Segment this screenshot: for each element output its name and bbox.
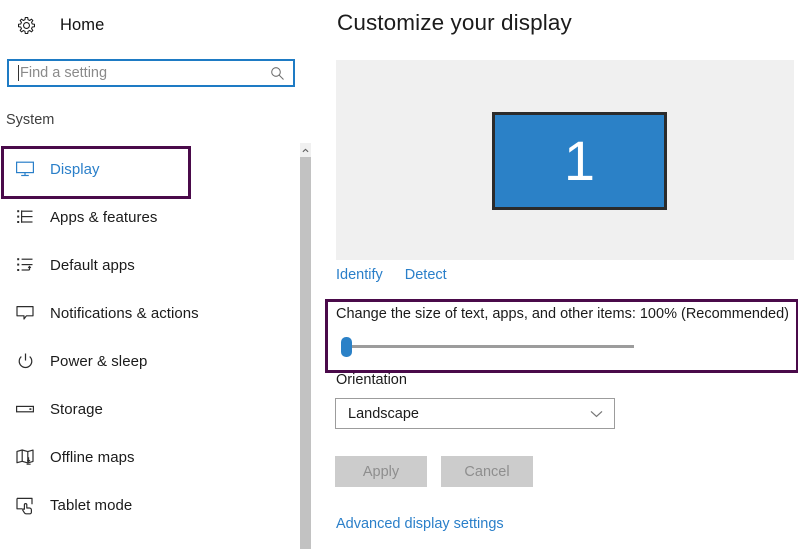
monitor-icon xyxy=(8,160,42,178)
orientation-selected-value: Landscape xyxy=(348,405,419,422)
display-preview-area: 1 xyxy=(336,60,794,260)
detect-link[interactable]: Detect xyxy=(405,267,447,283)
sidebar-item-home[interactable]: Home xyxy=(0,8,300,42)
sidebar-item-power-and-sleep[interactable]: Power & sleep xyxy=(0,337,300,385)
scale-description-label: Change the size of text, apps, and other… xyxy=(336,306,789,322)
sidebar-item-label: Tablet mode xyxy=(50,496,133,514)
search-input[interactable] xyxy=(19,61,263,85)
monitor-number-label: 1 xyxy=(563,129,596,192)
sidebar-item-storage[interactable]: Storage xyxy=(0,385,300,433)
slider-thumb[interactable] xyxy=(341,337,352,357)
sidebar-item-label: Power & sleep xyxy=(50,352,148,370)
scale-slider[interactable] xyxy=(336,335,636,359)
sidebar-item-label: Storage xyxy=(50,400,103,418)
settings-content: Customize your display 1 Identify Detect… xyxy=(320,0,798,549)
list-arrow-icon xyxy=(8,256,42,274)
orientation-dropdown[interactable]: Landscape xyxy=(335,398,615,429)
list-icon xyxy=(8,208,42,226)
sidebar-item-label: Display xyxy=(50,160,100,178)
advanced-display-settings-link[interactable]: Advanced display settings xyxy=(336,516,504,532)
sidebar-item-offline-maps[interactable]: Offline maps xyxy=(0,433,300,481)
sidebar-item-default-apps[interactable]: Default apps xyxy=(0,241,300,289)
sidebar-item-label: Apps & features xyxy=(50,208,158,226)
speech-bubble-icon xyxy=(8,304,42,322)
gear-icon xyxy=(6,16,46,35)
scroll-up-arrow-icon[interactable] xyxy=(300,143,311,157)
tablet-hand-icon xyxy=(8,496,42,515)
search-icon[interactable] xyxy=(263,66,291,81)
identify-link[interactable]: Identify xyxy=(336,267,383,283)
power-icon xyxy=(8,352,42,371)
drive-icon xyxy=(8,402,42,416)
sidebar-nav-list: Display Apps & features Default apps Not… xyxy=(0,145,300,529)
preview-action-links: Identify Detect xyxy=(336,267,447,283)
slider-track[interactable] xyxy=(347,345,634,348)
chevron-down-icon xyxy=(590,410,603,418)
sidebar-item-notifications-and-actions[interactable]: Notifications & actions xyxy=(0,289,300,337)
sidebar-item-apps-and-features[interactable]: Apps & features xyxy=(0,193,300,241)
cancel-button[interactable]: Cancel xyxy=(441,456,533,487)
sidebar-home-label: Home xyxy=(60,15,105,34)
sidebar-item-label: Default apps xyxy=(50,256,135,274)
sidebar-item-label: Notifications & actions xyxy=(50,304,199,322)
map-download-icon xyxy=(8,448,42,467)
page-title: Customize your display xyxy=(337,10,572,35)
monitor-preview-tile[interactable]: 1 xyxy=(492,112,667,210)
sidebar-item-label: Offline maps xyxy=(50,448,135,466)
apply-button[interactable]: Apply xyxy=(335,456,427,487)
sidebar-item-tablet-mode[interactable]: Tablet mode xyxy=(0,481,300,529)
sidebar-item-display[interactable]: Display xyxy=(0,145,300,193)
settings-sidebar: Home System Display xyxy=(0,0,311,549)
sidebar-section-label: System xyxy=(6,112,55,128)
orientation-label: Orientation xyxy=(336,372,407,388)
sidebar-scrollbar[interactable] xyxy=(300,143,311,549)
search-field[interactable] xyxy=(7,59,295,87)
